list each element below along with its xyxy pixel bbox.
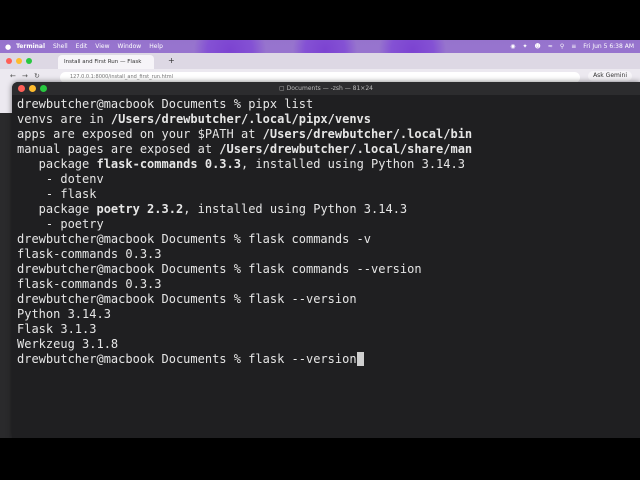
sparkle-icon[interactable]: ✦ [523, 43, 528, 50]
terminal-output[interactable]: drewbutcher@macbook Documents % pipx lis… [17, 97, 637, 367]
terminal-text: flask-commands 0.3.3 [17, 277, 162, 291]
menu-item-edit[interactable]: Edit [76, 43, 88, 50]
terminal-text: drewbutcher@macbook Documents % flask --… [17, 352, 357, 366]
terminal-line: - dotenv [17, 172, 637, 187]
terminal-line: drewbutcher@macbook Documents % flask co… [17, 262, 637, 277]
terminal-text: manual pages are exposed at [17, 142, 220, 156]
menu-item-window[interactable]: Window [118, 43, 142, 50]
back-icon[interactable]: ← [10, 72, 16, 80]
menu-item-shell[interactable]: Shell [53, 43, 68, 50]
search-icon[interactable]: ⚲ [560, 43, 564, 50]
terminal-text: , installed using Python 3.14.3 [183, 202, 408, 216]
person-icon[interactable]: ☻ [535, 43, 541, 50]
terminal-text: Python 3.14.3 [17, 307, 111, 321]
terminal-text: flask-commands 0.3.3 [17, 247, 162, 261]
terminal-line: Python 3.14.3 [17, 307, 637, 322]
terminal-line: - poetry [17, 217, 637, 232]
terminal-window[interactable]: ▢ Documents — -zsh — 81×24 drewbutcher@m… [12, 82, 640, 438]
terminal-text: drewbutcher@macbook Documents % pipx lis… [17, 97, 314, 111]
terminal-title-text: Documents — -zsh — 81×24 [286, 85, 373, 92]
reload-icon[interactable]: ↻ [34, 72, 40, 80]
terminal-text: - poetry [17, 217, 104, 231]
terminal-line: flask-commands 0.3.3 [17, 247, 637, 262]
menu-item-view[interactable]: View [95, 43, 109, 50]
terminal-text: /Users/drewbutcher/.local/bin [262, 127, 473, 141]
terminal-text: drewbutcher@macbook Documents % flask co… [17, 262, 422, 276]
terminal-line: package flask-commands 0.3.3, installed … [17, 157, 637, 172]
menu-item-help[interactable]: Help [149, 43, 163, 50]
terminal-line: Flask 3.1.3 [17, 322, 637, 337]
terminal-text: drewbutcher@macbook Documents % flask co… [17, 232, 372, 246]
editor-background [0, 113, 12, 438]
terminal-text: apps are exposed on your $PATH at [17, 127, 263, 141]
folder-icon: ▢ [279, 85, 285, 92]
terminal-text: /Users/drewbutcher/.local/pipx/venvs [110, 112, 372, 126]
text-cursor [356, 352, 364, 366]
terminal-text: venvs are in [17, 112, 111, 126]
new-tab-icon[interactable]: + [168, 56, 175, 65]
terminal-line: apps are exposed on your $PATH at /Users… [17, 127, 637, 142]
terminal-title: ▢ Documents — -zsh — 81×24 [12, 82, 640, 95]
terminal-text: package [17, 202, 97, 216]
menu-bar: ● Terminal Shell Edit View Window Help ◉… [0, 40, 640, 53]
screenshot-root: { "menubar": { "app": "Terminal", "items… [0, 0, 640, 480]
clock[interactable]: Fri Jun 5 6:38 AM [583, 43, 634, 50]
desktop: ● Terminal Shell Edit View Window Help ◉… [0, 40, 640, 438]
wifi-icon[interactable]: ≈ [548, 43, 553, 50]
terminal-text: , installed using Python 3.14.3 [240, 157, 465, 171]
terminal-line: drewbutcher@macbook Documents % pipx lis… [17, 97, 637, 112]
menu-app-name[interactable]: Terminal [16, 43, 45, 50]
zoom-terminal-icon[interactable] [40, 85, 47, 92]
browser-tab-label: Install and First Run — Flask [64, 59, 142, 65]
terminal-text: flask-commands 0.3.3 [96, 157, 241, 171]
tab-strip: Install and First Run — Flask + [0, 53, 640, 69]
terminal-text: package [17, 157, 97, 171]
terminal-text: Werkzeug 3.1.8 [17, 337, 119, 351]
status-area: ◉ ✦ ☻ ≈ ⚲ ≡ Fri Jun 5 6:38 AM [510, 40, 634, 53]
ask-gemini-button[interactable]: Ask Gemini [588, 71, 632, 81]
minimize-window-icon[interactable] [16, 58, 22, 64]
close-terminal-icon[interactable] [18, 85, 25, 92]
terminal-line: manual pages are exposed at /Users/drewb… [17, 142, 637, 157]
terminal-text: - dotenv [17, 172, 104, 186]
terminal-line: drewbutcher@macbook Documents % flask --… [17, 292, 637, 307]
terminal-line: drewbutcher@macbook Documents % flask --… [17, 352, 637, 367]
terminal-line: flask-commands 0.3.3 [17, 277, 637, 292]
terminal-text: drewbutcher@macbook Documents % flask --… [17, 292, 357, 306]
terminal-text: poetry 2.3.2 [96, 202, 184, 216]
close-window-icon[interactable] [6, 58, 12, 64]
terminal-text: Flask 3.1.3 [17, 322, 97, 336]
record-icon[interactable]: ◉ [510, 43, 515, 50]
apple-icon[interactable]: ● [0, 43, 16, 51]
terminal-text: - flask [17, 187, 97, 201]
minimize-terminal-icon[interactable] [29, 85, 36, 92]
terminal-line: venvs are in /Users/drewbutcher/.local/p… [17, 112, 637, 127]
terminal-line: - flask [17, 187, 637, 202]
terminal-line: package poetry 2.3.2, installed using Py… [17, 202, 637, 217]
browser-tab[interactable]: Install and First Run — Flask [58, 55, 154, 69]
zoom-window-icon[interactable] [26, 58, 32, 64]
forward-icon[interactable]: → [22, 72, 28, 80]
control-center-icon[interactable]: ≡ [571, 43, 576, 50]
terminal-line: Werkzeug 3.1.8 [17, 337, 637, 352]
terminal-line: drewbutcher@macbook Documents % flask co… [17, 232, 637, 247]
terminal-text: /Users/drewbutcher/.local/share/man [219, 142, 473, 156]
